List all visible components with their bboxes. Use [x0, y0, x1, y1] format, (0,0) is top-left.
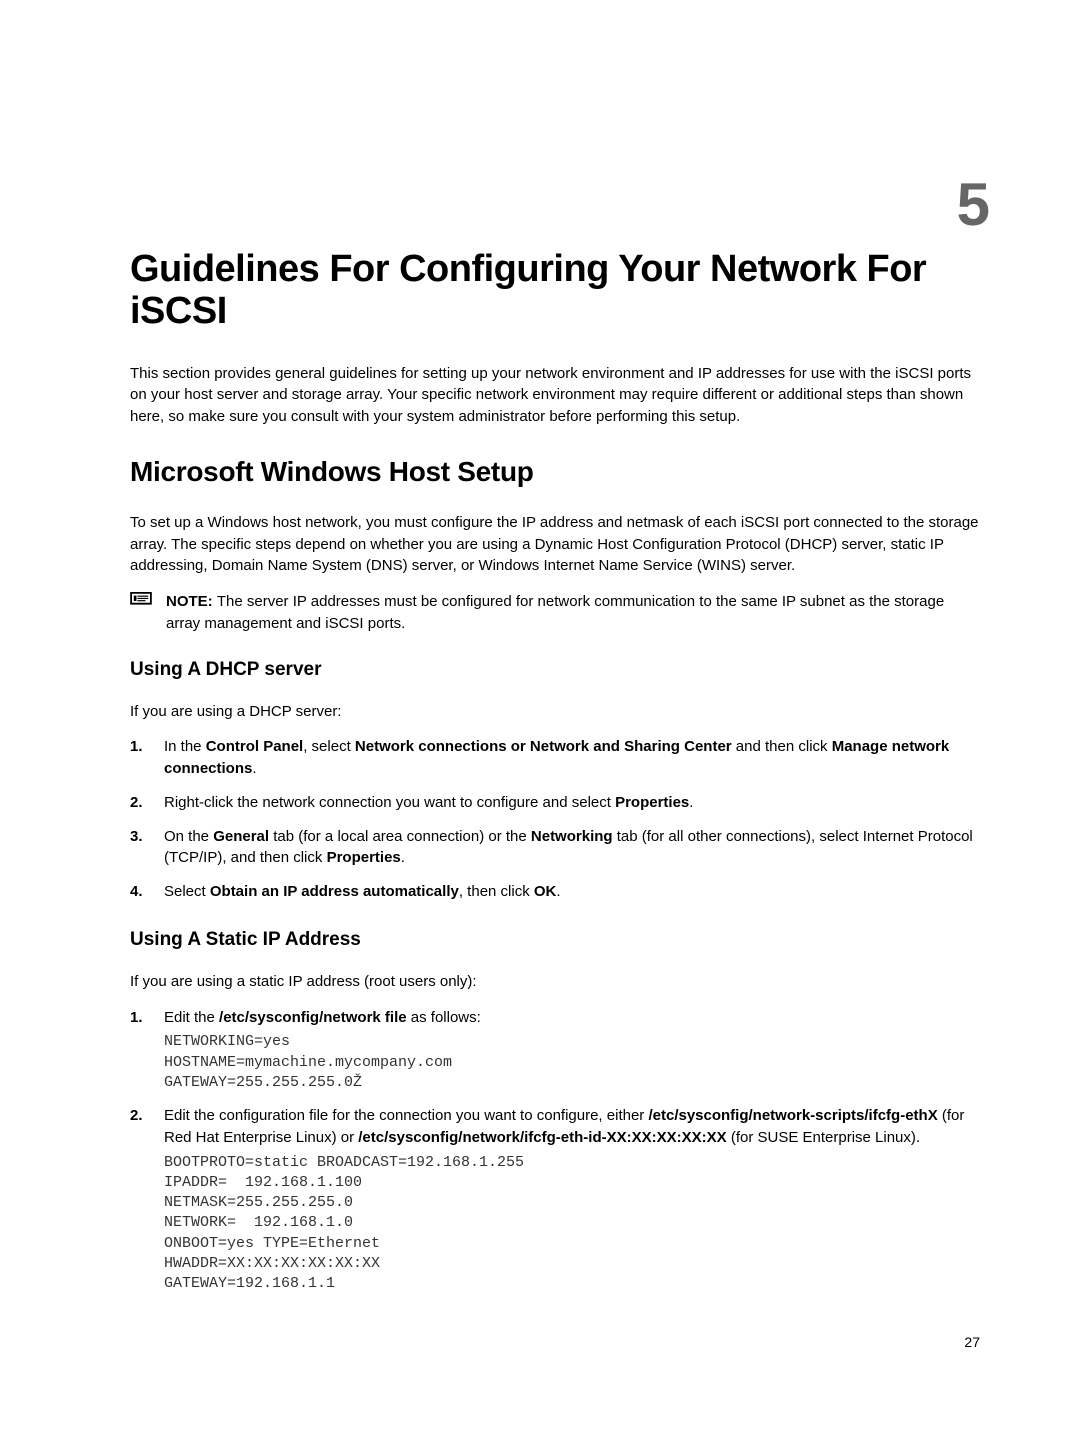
step-text: On the General tab (for a local area con…: [164, 828, 973, 867]
step-number: 1.: [130, 1007, 143, 1029]
lead-text: If you are using a DHCP server:: [130, 701, 980, 723]
code-block: NETWORKING=yes HOSTNAME=mymachine.mycomp…: [164, 1032, 980, 1093]
step-text: In the Control Panel, select Network con…: [164, 738, 949, 777]
step-text: Select Obtain an IP address automaticall…: [164, 883, 561, 900]
steps-list-static: 1. Edit the /etc/sysconfig/network file …: [130, 1007, 980, 1295]
step-text: Edit the configuration file for the conn…: [164, 1107, 964, 1146]
list-item: 2. Right-click the network connection yo…: [130, 792, 980, 814]
lead-text: If you are using a static IP address (ro…: [130, 971, 980, 993]
note-body: The server IP addresses must be configur…: [166, 593, 944, 632]
step-text: Right-click the network connection you w…: [164, 794, 693, 811]
step-number: 3.: [130, 826, 143, 848]
list-item: 3. On the General tab (for a local area …: [130, 826, 980, 870]
steps-list-dhcp: 1. In the Control Panel, select Network …: [130, 736, 980, 903]
body-paragraph: To set up a Windows host network, you mu…: [130, 512, 980, 577]
note-label: NOTE:: [166, 593, 217, 610]
note-icon: [130, 592, 152, 610]
step-number: 1.: [130, 736, 143, 758]
subsection-heading: Using A Static IP Address: [130, 929, 980, 951]
step-text: Edit the /etc/sysconfig/network file as …: [164, 1009, 481, 1026]
step-number: 4.: [130, 881, 143, 903]
step-number: 2.: [130, 1105, 143, 1127]
section-heading: Microsoft Windows Host Setup: [130, 456, 980, 488]
page-number: 27: [130, 1334, 980, 1350]
step-number: 2.: [130, 792, 143, 814]
note-block: NOTE: The server IP addresses must be co…: [130, 591, 980, 635]
chapter-number: 5: [130, 170, 990, 239]
list-item: 1. Edit the /etc/sysconfig/network file …: [130, 1007, 980, 1094]
list-item: 4. Select Obtain an IP address automatic…: [130, 881, 980, 903]
page-content: 5 Guidelines For Configuring Your Networ…: [0, 0, 1080, 1410]
code-block: BOOTPROTO=static BROADCAST=192.168.1.255…: [164, 1153, 980, 1295]
note-text: NOTE: The server IP addresses must be co…: [166, 591, 980, 635]
intro-paragraph: This section provides general guidelines…: [130, 363, 980, 428]
subsection-heading: Using A DHCP server: [130, 659, 980, 681]
list-item: 2. Edit the configuration file for the c…: [130, 1105, 980, 1294]
list-item: 1. In the Control Panel, select Network …: [130, 736, 980, 780]
page-title: Guidelines For Configuring Your Network …: [130, 249, 980, 333]
